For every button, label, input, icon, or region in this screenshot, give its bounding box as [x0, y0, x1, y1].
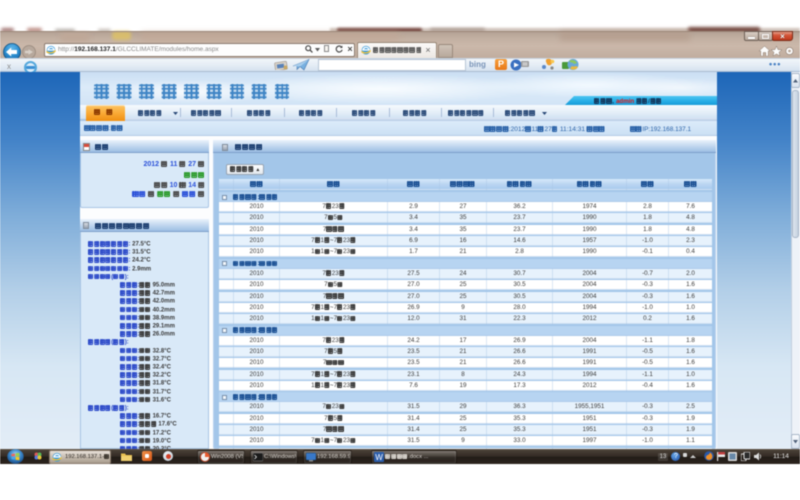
svg-text:W: W — [375, 453, 383, 462]
